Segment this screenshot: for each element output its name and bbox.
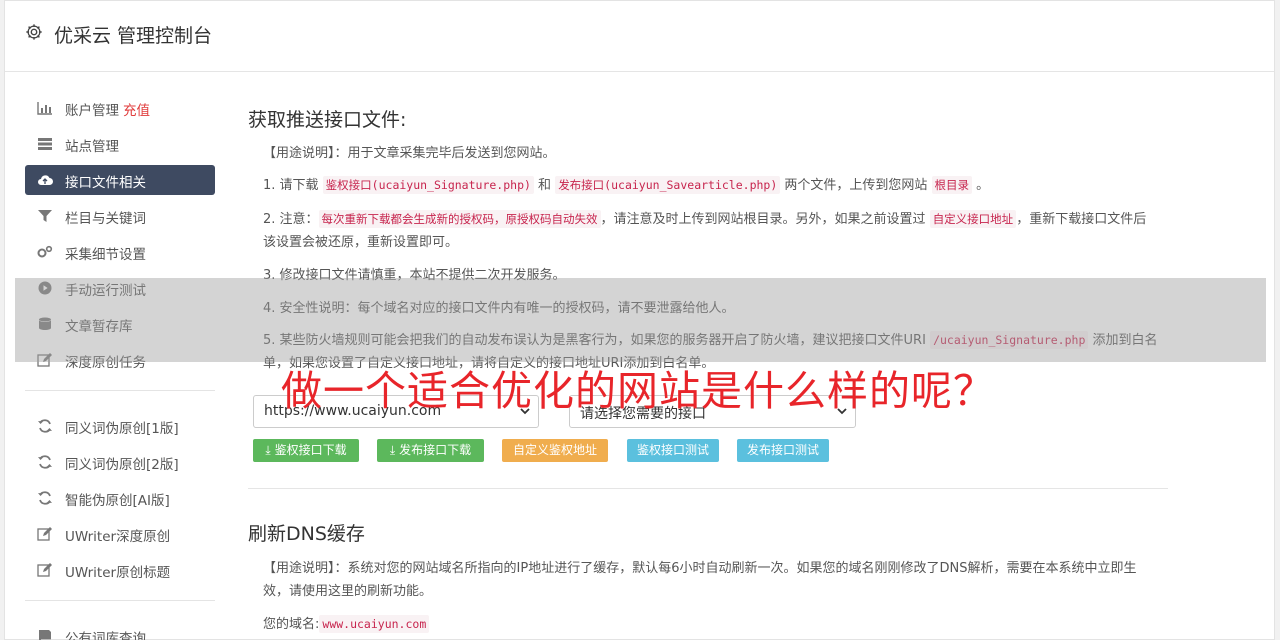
sidebar-item-label: 采集细节设置 <box>65 247 146 263</box>
domain-row: 您的域名: www.ucaiyun.com <box>248 613 1158 636</box>
sidebar: 账户管理 充值 站点管理 接口文件相关 栏目与关键词 采集细节设置 手动运行测试 … <box>25 93 215 640</box>
step-2: 2. 注意： 每次重新下载都会生成新的授权码，原授权码自动失效 ，请注意及时上传到网… <box>263 210 1147 250</box>
cloud-upload-icon <box>38 175 53 185</box>
filter-icon <box>38 210 52 222</box>
test-sign-api-button[interactable]: 鉴权接口测试 <box>627 439 719 462</box>
usage-note: 【用途说明】：用于文章采集完毕后发送到您网站。 <box>263 146 556 161</box>
section-title-api-files: 获取推送接口文件: <box>248 109 407 131</box>
recharge-link[interactable]: 充值 <box>123 103 150 119</box>
refresh-icon <box>38 455 52 469</box>
regenerate-warning: 每次重新下载都会生成新的授权码，原授权码自动失效 <box>318 210 601 228</box>
sidebar-item-label: 智能伪原创[AI版] <box>65 493 170 509</box>
edit-icon <box>37 563 52 577</box>
sidebar-item-account[interactable]: 账户管理 充值 <box>25 93 215 123</box>
custom-api-code: 自定义接口地址 <box>929 210 1017 228</box>
sidebar-item-api-files[interactable]: 接口文件相关 <box>25 165 215 195</box>
download-publish-api-button[interactable]: ⤓ 发布接口下载 <box>377 439 484 462</box>
sidebar-item-sites[interactable]: 站点管理 <box>25 129 215 159</box>
section-title-dns: 刷新DNS缓存 <box>248 523 365 545</box>
sidebar-item-ai-rewrite[interactable]: 智能伪原创[AI版] <box>25 483 215 513</box>
step-1: 1. 请下载 鉴权接口(ucaiyun_Signature.php) 和 发布接… <box>263 176 990 194</box>
sidebar-item-label: 接口文件相关 <box>65 175 146 191</box>
image-overlay-band <box>15 278 1266 362</box>
domain-value: www.ucaiyun.com <box>319 615 430 633</box>
top-bar: 优采云 管理控制台 <box>5 1 1274 72</box>
root-dir-code: 根目录 <box>931 176 973 194</box>
sidebar-item-uwriter-title[interactable]: UWriter原创标题 <box>25 555 215 585</box>
sidebar-item-synonym-v2[interactable]: 同义词伪原创[2版] <box>25 447 215 477</box>
gear-icon <box>26 24 42 40</box>
sidebar-divider <box>25 600 215 601</box>
custom-auth-url-button[interactable]: 自定义鉴权地址 <box>502 439 608 462</box>
overlay-headline: 做一个适合优化的网站是什么样的呢？ <box>281 367 995 415</box>
cogs-icon <box>37 245 53 258</box>
sidebar-item-label: 站点管理 <box>65 139 119 155</box>
server-icon <box>38 138 52 150</box>
app-title: 优采云 管理控制台 <box>54 25 213 47</box>
test-publish-api-button[interactable]: 发布接口测试 <box>737 439 829 462</box>
sidebar-item-label: UWriter深度原创 <box>65 529 171 545</box>
sidebar-divider <box>25 390 215 391</box>
sidebar-item-label: 同义词伪原创[2版] <box>65 457 179 473</box>
sidebar-item-public-lexicon[interactable]: 公有词库查询 <box>25 621 215 640</box>
sidebar-item-label: 栏目与关键词 <box>65 211 146 227</box>
sidebar-item-uwriter-original[interactable]: UWriter深度原创 <box>25 519 215 549</box>
sidebar-item-synonym-v1[interactable]: 同义词伪原创[1版] <box>25 411 215 441</box>
sidebar-item-label: UWriter原创标题 <box>65 565 171 581</box>
download-icon: ⤓ <box>265 443 271 457</box>
section-divider <box>248 488 1168 489</box>
sidebar-item-collect-settings[interactable]: 采集细节设置 <box>25 237 215 267</box>
download-icon: ⤓ <box>389 443 396 457</box>
book-icon <box>39 630 51 640</box>
edit-icon <box>37 527 52 541</box>
publish-api-filename: 发布接口(ucaiyun_Savearticle.php) <box>555 176 781 194</box>
sidebar-item-label: 账户管理 <box>65 103 119 119</box>
sign-api-filename: 鉴权接口(ucaiyun_Signature.php) <box>322 176 534 194</box>
download-sign-api-button[interactable]: ⤓ 鉴权接口下载 <box>253 439 359 462</box>
bar-chart-icon <box>37 102 52 115</box>
refresh-icon <box>38 491 52 505</box>
refresh-icon <box>38 419 52 433</box>
dns-usage-note: 【用途说明】：系统对您的网站域名所指向的IP地址进行了缓存，默认每6小时自动刷新… <box>263 561 1137 599</box>
sidebar-item-label: 公有词库查询 <box>65 631 146 640</box>
sidebar-item-keywords[interactable]: 栏目与关键词 <box>25 201 215 231</box>
sidebar-item-label: 同义词伪原创[1版] <box>65 421 179 437</box>
